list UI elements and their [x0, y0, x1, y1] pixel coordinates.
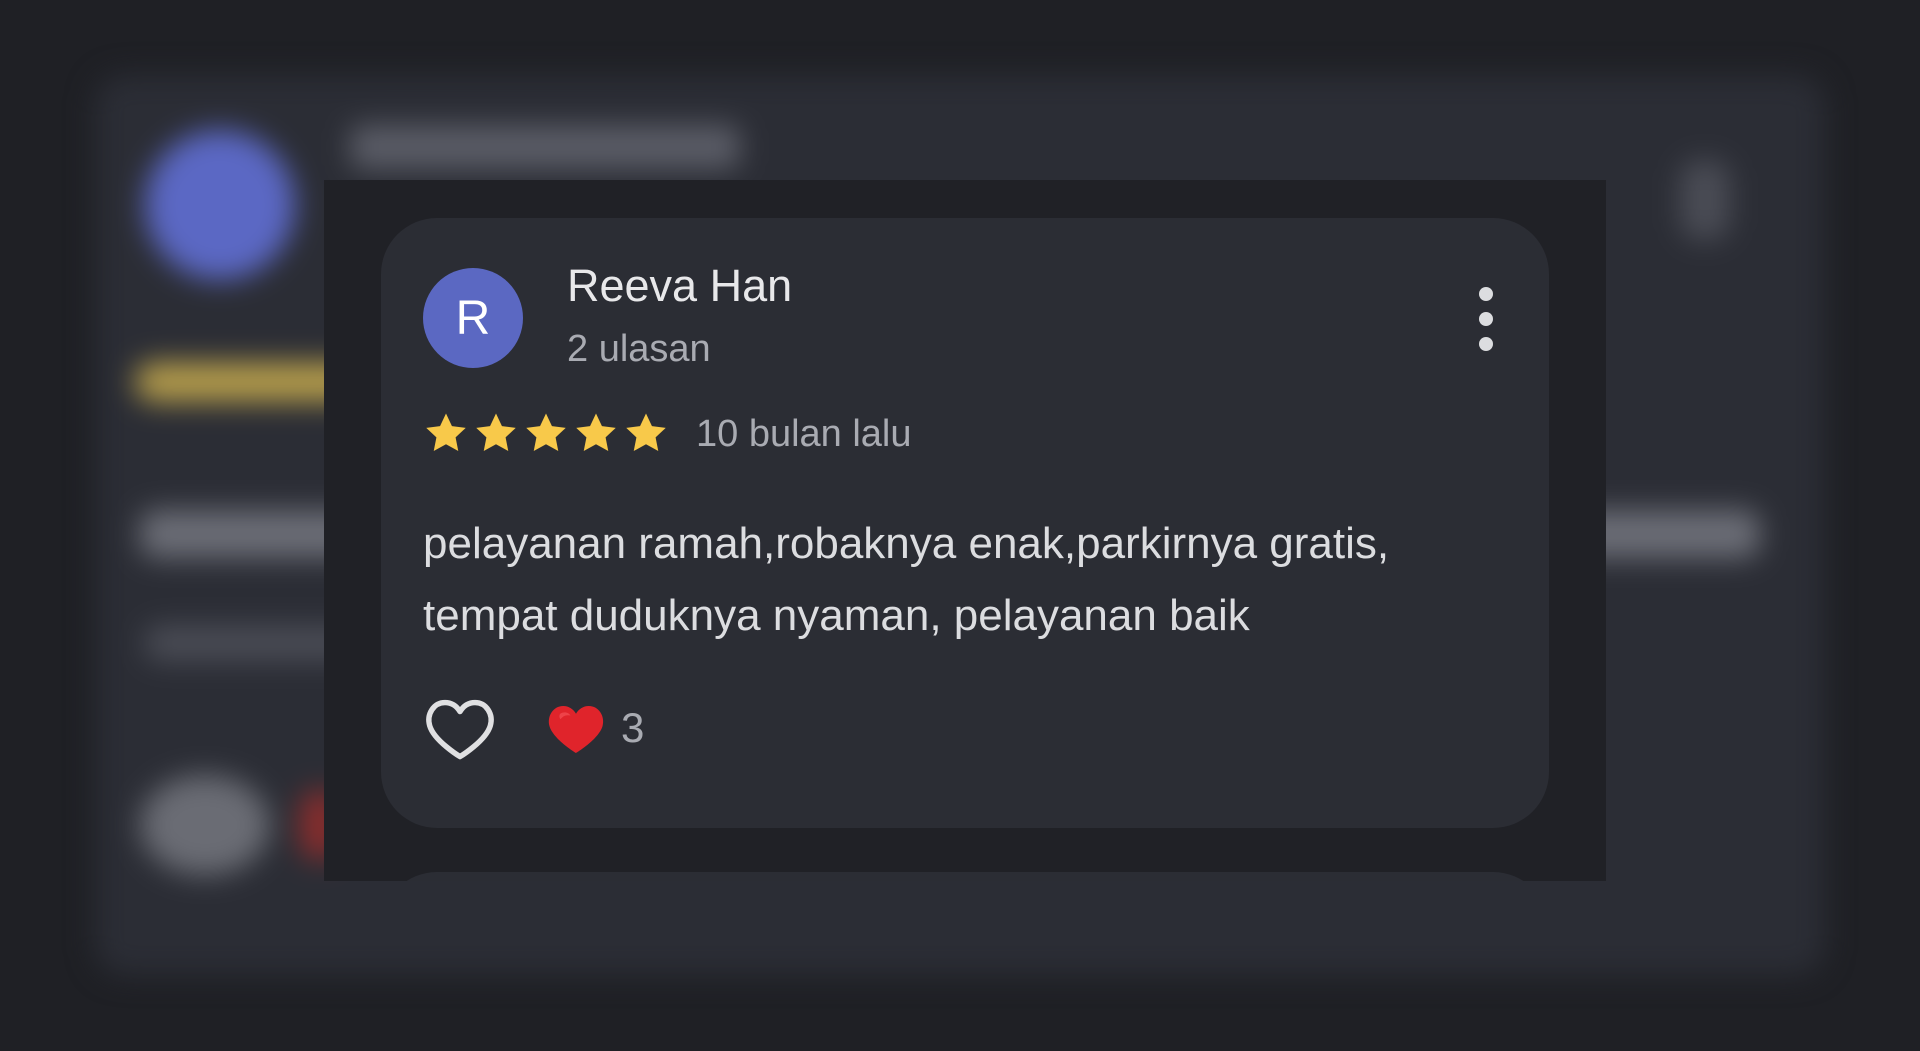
- next-review-card: [381, 872, 1549, 881]
- reviewer-review-count: 2 ulasan: [567, 328, 711, 370]
- more-vert-icon[interactable]: [1466, 283, 1506, 355]
- reviewer-name[interactable]: Reeva Han: [567, 260, 792, 312]
- star-icon: [426, 413, 466, 452]
- red-heart-icon[interactable]: [546, 700, 606, 756]
- avatar-initial: R: [455, 291, 491, 345]
- review-card: R Reeva Han 2 ulasan 10 bulan lalu pelay…: [381, 218, 1549, 828]
- review-time: 10 bulan lalu: [696, 413, 912, 455]
- star-icon: [526, 413, 566, 452]
- reaction-count: 3: [621, 704, 645, 751]
- background-name-block: [350, 125, 740, 169]
- background-heart-block: [140, 775, 270, 875]
- background-avatar: [145, 130, 295, 280]
- background-menu-block: [1680, 160, 1730, 240]
- screen: R Reeva Han 2 ulasan 10 bulan lalu pelay…: [0, 0, 1920, 1051]
- star-icon: [626, 413, 666, 452]
- star-icon: [576, 413, 616, 452]
- review-text: pelayanan ramah,robaknya enak,parkirnya …: [423, 519, 1390, 640]
- avatar[interactable]: R: [423, 268, 523, 368]
- review-crop: R Reeva Han 2 ulasan 10 bulan lalu pelay…: [324, 180, 1606, 881]
- star-icon: [476, 413, 516, 452]
- star-rating: [423, 410, 669, 456]
- heart-outline-icon[interactable]: [423, 696, 497, 762]
